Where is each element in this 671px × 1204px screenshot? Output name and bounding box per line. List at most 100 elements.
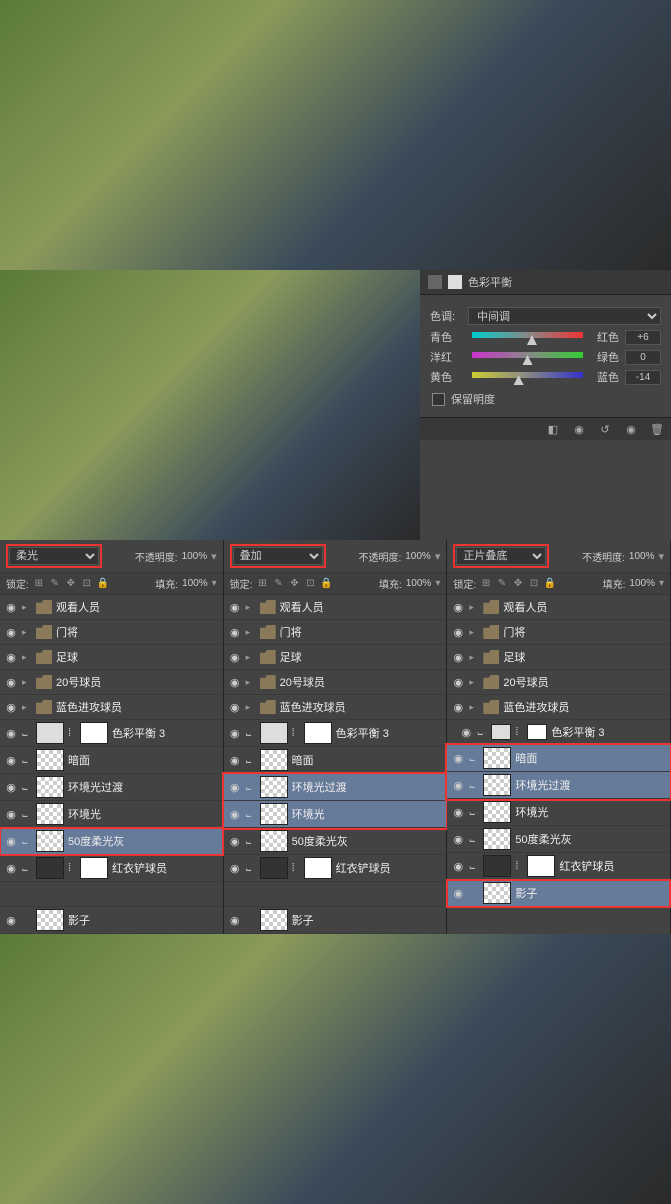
layer-group[interactable]: ◉▸蓝色进攻球员 [0,695,223,720]
reset-icon[interactable]: ↺ [597,422,613,436]
layer-group[interactable]: ◉▸足球 [0,645,223,670]
layer-group[interactable]: ◉▸20号球员 [447,670,670,695]
layer-item[interactable]: ◉⨽暗面 [0,747,223,774]
layer-item-selected[interactable]: ◉⨽暗面 [447,745,670,772]
eye-icon[interactable]: ◉ [228,625,242,639]
layer-group[interactable]: ◉▸蓝色进攻球员 [447,695,670,720]
layer-item-selected[interactable]: ◉影子 [447,880,670,907]
lock-trans-icon[interactable]: ⊞ [256,578,268,590]
eye-icon[interactable]: ◉ [451,675,465,689]
eye-icon[interactable]: ◉ [451,600,465,614]
lock-move-icon[interactable]: ✥ [288,578,300,590]
layer-item-selected[interactable]: ◉⨽50度柔光灰 [0,828,223,855]
layer-item[interactable]: ◉⨽环境光 [0,801,223,828]
layer-item[interactable]: ◉⨽50度柔光灰 [447,826,670,853]
layer-group[interactable]: ◉▸20号球员 [0,670,223,695]
layer-item[interactable]: ◉⨽⁞红衣铲球员 [447,853,670,880]
lock-trans-icon[interactable]: ⊞ [480,578,492,590]
layer-adjustment[interactable]: ◉⨽⁞色彩平衡 3 [224,720,447,747]
eye-icon[interactable]: ◉ [228,861,242,875]
eye-icon[interactable]: ◉ [4,675,18,689]
eye-icon[interactable]: ◉ [451,625,465,639]
layer-group[interactable]: ◉▸足球 [447,645,670,670]
layer-group[interactable]: ◉▸20号球员 [224,670,447,695]
layer-adjustment[interactable]: ◉⨽⁞色彩平衡 3 [0,720,223,747]
eye-icon[interactable]: ◉ [228,650,242,664]
layer-item[interactable]: ◉影子 [0,907,223,934]
layer-item[interactable]: ◉⨽环境光过渡 [0,774,223,801]
eye-icon[interactable]: ◉ [4,807,18,821]
lock-move-icon[interactable]: ✥ [512,578,524,590]
preserve-checkbox[interactable] [432,393,445,406]
layer-group[interactable]: ◉▸门将 [224,620,447,645]
eye-icon[interactable]: ◉ [4,600,18,614]
eye-icon[interactable]: ◉ [459,725,473,739]
layer-item[interactable]: ◉⨽⁞红衣铲球员 [0,855,223,882]
lock-paint-icon[interactable]: ✎ [272,578,284,590]
lock-trans-icon[interactable]: ⊞ [33,578,45,590]
eye-icon[interactable]: ◉ [4,625,18,639]
eye-icon[interactable]: ◉ [4,913,18,927]
blend-mode-select[interactable]: 正片叠底 [456,547,546,565]
cyan-red-value[interactable] [625,330,661,345]
layer-item[interactable]: ◉⨽暗面 [224,747,447,774]
eye-icon[interactable]: ◉ [4,861,18,875]
clip-icon[interactable]: ◧ [545,422,561,436]
view-prev-icon[interactable]: ◉ [571,422,587,436]
eye-icon[interactable]: ◉ [451,886,465,900]
layer-item-selected[interactable]: ◉⨽环境光过渡 [447,772,670,799]
eye-icon[interactable]: ◉ [228,807,242,821]
layer-item-selected[interactable]: ◉⨽环境光过渡 [224,774,447,801]
layer-group[interactable]: ◉▸门将 [0,620,223,645]
eye-icon[interactable]: ◉ [4,726,18,740]
layer-group[interactable]: ◉▸门将 [447,620,670,645]
magenta-green-value[interactable] [625,350,661,365]
eye-icon[interactable]: ◉ [228,726,242,740]
tone-select[interactable]: 中间调 [468,307,661,325]
eye-icon[interactable]: ◉ [4,700,18,714]
eye-icon[interactable]: ◉ [228,753,242,767]
lock-all-icon[interactable]: 🔒 [320,578,332,590]
layer-group[interactable]: ◉▸观看人员 [447,595,670,620]
layer-group[interactable]: ◉▸观看人员 [0,595,223,620]
lock-art-icon[interactable]: ⊡ [528,578,540,590]
visibility-icon[interactable]: ◉ [623,422,639,436]
layer-item[interactable]: ◉影子 [224,907,447,934]
layer-item[interactable]: ◉⨽50度柔光灰 [224,828,447,855]
eye-icon[interactable]: ◉ [228,600,242,614]
lock-all-icon[interactable]: 🔒 [544,578,556,590]
eye-icon[interactable]: ◉ [451,778,465,792]
eye-icon[interactable]: ◉ [228,834,242,848]
eye-icon[interactable]: ◉ [4,834,18,848]
layer-group[interactable]: ◉▸蓝色进攻球员 [224,695,447,720]
magenta-green-slider[interactable] [472,352,583,362]
lock-art-icon[interactable]: ⊡ [304,578,316,590]
lock-all-icon[interactable]: 🔒 [97,578,109,590]
eye-icon[interactable]: ◉ [4,650,18,664]
yellow-blue-value[interactable] [625,370,661,385]
layer-item[interactable]: ◉⨽⁞红衣铲球员 [224,855,447,882]
eye-icon[interactable]: ◉ [4,780,18,794]
lock-paint-icon[interactable]: ✎ [49,578,61,590]
cyan-red-slider[interactable] [472,332,583,342]
eye-icon[interactable]: ◉ [228,780,242,794]
eye-icon[interactable]: ◉ [228,700,242,714]
lock-paint-icon[interactable]: ✎ [496,578,508,590]
layer-group[interactable]: ◉▸足球 [224,645,447,670]
layer-group[interactable]: ◉▸观看人员 [224,595,447,620]
blend-mode-select[interactable]: 柔光 [9,547,99,565]
yellow-blue-slider[interactable] [472,372,583,382]
eye-icon[interactable]: ◉ [4,753,18,767]
eye-icon[interactable]: ◉ [451,700,465,714]
lock-art-icon[interactable]: ⊡ [81,578,93,590]
lock-move-icon[interactable]: ✥ [65,578,77,590]
trash-icon[interactable]: 🗑 [649,422,665,436]
blend-mode-select[interactable]: 叠加 [233,547,323,565]
eye-icon[interactable]: ◉ [228,913,242,927]
eye-icon[interactable]: ◉ [451,832,465,846]
eye-icon[interactable]: ◉ [451,805,465,819]
layer-item-selected[interactable]: ◉⨽环境光 [224,801,447,828]
eye-icon[interactable]: ◉ [451,650,465,664]
eye-icon[interactable]: ◉ [228,675,242,689]
eye-icon[interactable]: ◉ [451,859,465,873]
